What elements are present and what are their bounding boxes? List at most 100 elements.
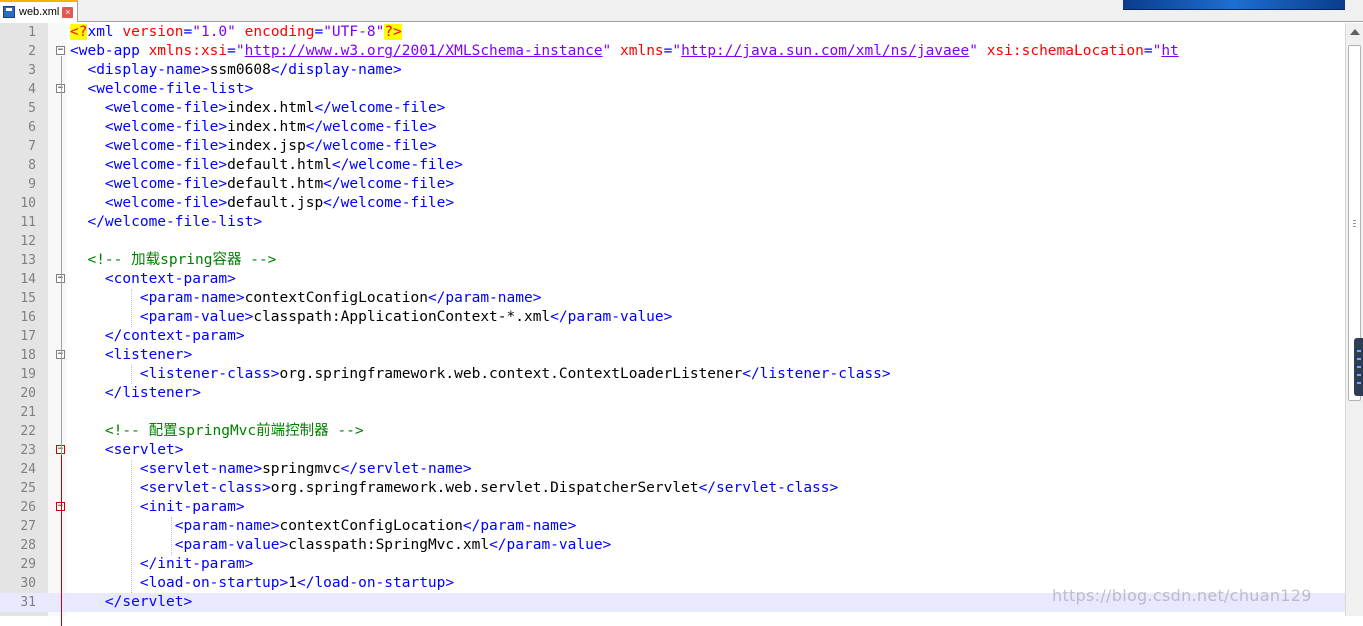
code-token-txt: contextConfigLocation (244, 290, 428, 306)
line-number: 26 (20, 500, 36, 515)
tab-bar: web.xml × (0, 0, 1363, 22)
tab-web-xml[interactable]: web.xml × (0, 0, 78, 22)
close-icon[interactable]: × (62, 6, 74, 18)
code-line[interactable]: 16 <param-value>classpath:ApplicationCon… (0, 308, 1345, 327)
code-text: <welcome-file>index.htm</welcome-file> (70, 118, 437, 137)
line-number: 23 (20, 443, 36, 458)
code-token-tag: </welcome-file> (331, 157, 463, 173)
code-line[interactable]: 3 <display-name>ssm0608</display-name> (0, 61, 1345, 80)
code-token-attr: version (122, 24, 184, 40)
code-line[interactable]: 2− <web-app xmlns:xsi="http://www.w3.org/… (0, 42, 1345, 61)
code-token-tag: <param-value> (174, 537, 289, 553)
code-text: <web-app xmlns:xsi="http://www.w3.org/20… (70, 42, 1179, 61)
code-token-tag: </init-param> (139, 556, 254, 572)
code-token-tag: <welcome-file> (104, 119, 228, 135)
code-line[interactable]: 26− <init-param> (0, 498, 1345, 517)
code-line[interactable]: 13 <!-- 加载spring容器 --> (0, 251, 1345, 270)
code-line[interactable]: 9 <welcome-file>default.htm</welcome-fil… (0, 175, 1345, 194)
code-line[interactable]: 4− <welcome-file-list> (0, 80, 1345, 99)
code-token-attr: xmlns (620, 43, 664, 59)
code-text: <!-- 配置springMvc前端控制器 --> (70, 422, 364, 441)
indent-guide (131, 289, 132, 327)
line-number: 7 (28, 139, 36, 154)
code-token-txt: default.html (227, 157, 332, 173)
side-panel-handle[interactable] (1354, 338, 1363, 396)
code-token-tag: </load-on-startup> (296, 575, 455, 591)
code-line[interactable]: 27 <param-name>contextConfigLocation</pa… (0, 517, 1345, 536)
code-line[interactable]: 25 <servlet-class>org.springframework.we… (0, 479, 1345, 498)
code-text: </init-param> (70, 555, 254, 574)
code-line[interactable]: 23− <servlet> (0, 441, 1345, 460)
code-text: <listener-class>org.springframework.web.… (70, 365, 891, 384)
code-token-tag: </welcome-file-list> (87, 214, 263, 230)
code-token-txt: org.springframework.web.servlet.Dispatch… (270, 480, 699, 496)
code-text: <servlet-class>org.springframework.web.s… (70, 479, 838, 498)
vertical-scrollbar[interactable] (1345, 23, 1363, 616)
line-number: 16 (20, 310, 36, 325)
code-line[interactable]: 20 </listener> (0, 384, 1345, 403)
code-text: </welcome-file-list> (70, 213, 262, 232)
code-token-tag: </listener> (104, 385, 201, 401)
line-number: 28 (20, 538, 36, 553)
code-token-tag: <welcome-file> (104, 100, 228, 116)
code-token-tag: <init-param> (139, 499, 245, 515)
code-token-tag: </welcome-file> (323, 176, 455, 192)
indent-guide (131, 460, 132, 593)
code-token-tag: </welcome-file> (314, 100, 446, 116)
code-text: <welcome-file>default.html</welcome-file… (70, 156, 463, 175)
code-token-txt: classpath:SpringMvc.xml (288, 537, 490, 553)
code-line[interactable]: 10 <welcome-file>default.jsp</welcome-fi… (0, 194, 1345, 213)
line-number: 14 (20, 272, 36, 287)
code-line[interactable]: 11 </welcome-file-list> (0, 213, 1345, 232)
code-line[interactable]: 18− <listener> (0, 346, 1345, 365)
code-line[interactable]: 7 <welcome-file>index.jsp</welcome-file> (0, 137, 1345, 156)
line-number: 1 (28, 25, 36, 40)
line-number: 31 (20, 595, 36, 610)
code-token-txt: org.springframework.web.context.ContextL… (279, 366, 743, 382)
code-line[interactable]: 22 <!-- 配置springMvc前端控制器 --> (0, 422, 1345, 441)
line-number: 12 (20, 234, 36, 249)
code-line[interactable]: 29 </init-param> (0, 555, 1345, 574)
watermark-text: https://blog.csdn.net/chuan129 (1052, 586, 1312, 605)
code-line[interactable]: 17 </context-param> (0, 327, 1345, 346)
code-editor[interactable]: 1 <?xml version="1.0" encoding="UTF-8"?> 2… (0, 23, 1345, 626)
fold-line (61, 455, 62, 626)
code-line[interactable]: 1 <?xml version="1.0" encoding="UTF-8"?> (0, 23, 1345, 42)
line-number: 29 (20, 557, 36, 572)
code-token-val: " (602, 43, 612, 59)
code-token-tag (978, 43, 987, 59)
code-line[interactable]: 21 (0, 403, 1345, 422)
code-token-tag: <web-app (70, 43, 149, 59)
code-text: <context-param> (70, 270, 236, 289)
code-token-tag: = (1143, 43, 1153, 59)
code-token-tag: </welcome-file> (305, 138, 437, 154)
code-line[interactable]: 8 <welcome-file>default.html</welcome-fi… (0, 156, 1345, 175)
code-token-link: ht (1161, 43, 1179, 59)
code-line[interactable]: 6 <welcome-file>index.htm</welcome-file> (0, 118, 1345, 137)
code-token-txt: default.jsp (227, 195, 324, 211)
code-token-cmt: <!-- 配置springMvc前端控制器 --> (104, 423, 364, 439)
line-number: 5 (28, 101, 36, 116)
code-token-val: " (1152, 43, 1162, 59)
code-line[interactable]: 5 <welcome-file>index.html</welcome-file… (0, 99, 1345, 118)
fold-toggle-icon[interactable]: − (56, 46, 65, 55)
line-number: 6 (28, 120, 36, 135)
code-line[interactable]: 28 <param-value>classpath:SpringMvc.xml<… (0, 536, 1345, 555)
line-number: 30 (20, 576, 36, 591)
code-token-tag: = (314, 24, 324, 40)
code-text: <welcome-file>default.htm</welcome-file> (70, 175, 454, 194)
code-token-cmt: <!-- 加载spring容器 --> (87, 252, 277, 268)
code-line[interactable]: 14− <context-param> (0, 270, 1345, 289)
indent-guide (131, 365, 132, 384)
code-line[interactable]: 24 <servlet-name>springmvc</servlet-name… (0, 460, 1345, 479)
arrow-up-icon[interactable] (1350, 29, 1360, 35)
code-line[interactable]: 15 <param-name>contextConfigLocation</pa… (0, 289, 1345, 308)
code-line[interactable]: 19 <listener-class>org.springframework.w… (0, 365, 1345, 384)
code-line[interactable]: 12 (0, 232, 1345, 251)
